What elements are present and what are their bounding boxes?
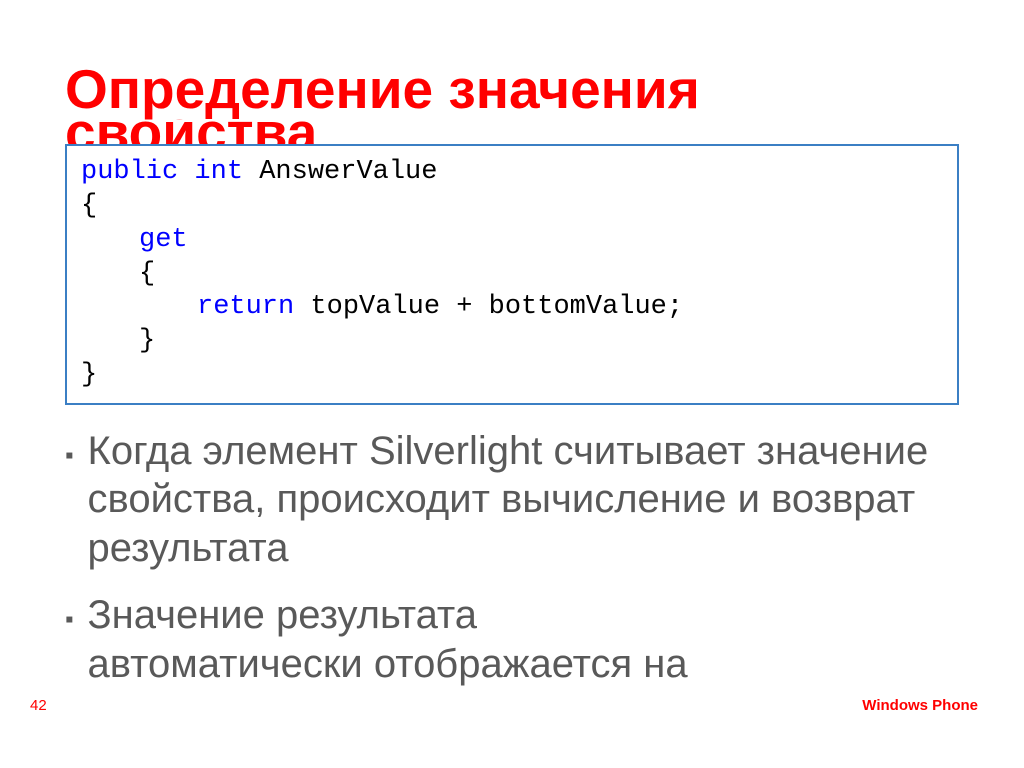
code-keyword-get: get xyxy=(139,225,188,255)
list-item: ▪ Значение результата автоматически отоб… xyxy=(65,591,959,689)
code-text: } xyxy=(81,325,943,359)
bullet-marker-icon: ▪ xyxy=(65,441,74,573)
slide: Определение значения свойства public int… xyxy=(0,0,1024,768)
bullet-text-2: Значение результата xyxy=(88,593,478,637)
page-number: 42 xyxy=(30,697,47,714)
code-text: topValue + bottomValue; xyxy=(294,292,683,322)
code-keyword-int: int xyxy=(194,157,243,187)
code-text: AnswerValue xyxy=(243,157,437,187)
code-block: public int AnswerValue { get { return to… xyxy=(65,144,959,404)
code-text: } xyxy=(81,359,943,393)
code-keyword-public: public xyxy=(81,157,178,187)
bullet-text-2-cut: автоматически отображается на xyxy=(88,642,688,686)
code-keyword-return: return xyxy=(197,292,294,322)
code-text: { xyxy=(81,190,943,224)
bullet-text-1: Когда элемент Silverlight считывает знач… xyxy=(88,427,959,573)
list-item: ▪ Когда элемент Silverlight считывает зн… xyxy=(65,427,959,573)
code-text: { xyxy=(81,258,943,292)
slide-title-line1: Определение значения xyxy=(65,60,959,119)
bullet-marker-icon: ▪ xyxy=(65,605,74,689)
footer-brand: Windows Phone xyxy=(862,697,978,714)
bullet-list: ▪ Когда элемент Silverlight считывает зн… xyxy=(65,427,959,689)
